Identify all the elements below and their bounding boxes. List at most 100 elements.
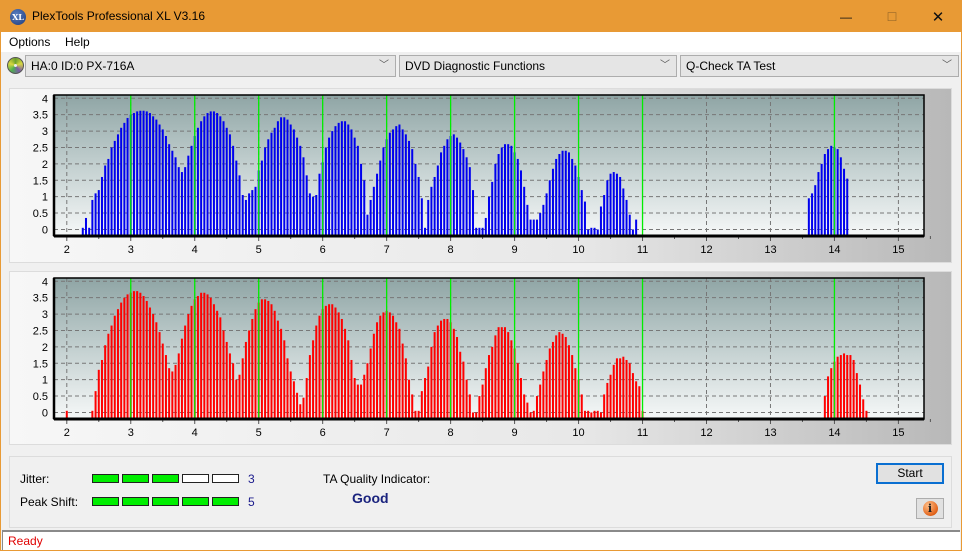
close-button[interactable]: ✕ bbox=[915, 1, 961, 32]
histogram-bar bbox=[356, 384, 359, 419]
histogram-bar bbox=[401, 129, 404, 236]
histogram-bar bbox=[152, 116, 155, 236]
histogram-bar bbox=[216, 310, 219, 419]
chevron-down-icon: ﹀ bbox=[379, 60, 389, 71]
start-button[interactable]: Start bbox=[876, 463, 944, 484]
menu-bar: Options Help bbox=[1, 32, 961, 52]
histogram-bar bbox=[404, 134, 407, 236]
histogram-bar bbox=[503, 144, 506, 236]
histogram-bar bbox=[312, 196, 315, 236]
histogram-bar bbox=[446, 318, 449, 419]
histogram-bar bbox=[145, 300, 148, 419]
histogram-bar bbox=[254, 186, 257, 236]
histogram-bar bbox=[308, 355, 311, 419]
minimize-button[interactable]: — bbox=[823, 1, 869, 32]
histogram-bar bbox=[526, 402, 529, 419]
histogram-bar bbox=[395, 322, 398, 419]
x-tick-label: 14 bbox=[828, 427, 840, 439]
histogram-bar bbox=[468, 167, 471, 236]
histogram-bar bbox=[155, 322, 158, 419]
histogram-bar bbox=[305, 378, 308, 419]
histogram-bar bbox=[507, 332, 510, 419]
histogram-bar bbox=[148, 113, 151, 236]
function-select[interactable]: DVD Diagnostic Functions ﹀ bbox=[399, 55, 677, 77]
histogram-bar bbox=[564, 150, 567, 236]
histogram-bar bbox=[392, 315, 395, 419]
histogram-bar bbox=[120, 127, 123, 236]
histogram-bar bbox=[123, 122, 126, 236]
histogram-bar bbox=[200, 121, 203, 236]
function-select-value: DVD Diagnostic Functions bbox=[405, 59, 546, 73]
histogram-bar bbox=[347, 340, 350, 419]
menu-options[interactable]: Options bbox=[9, 35, 50, 49]
histogram-bar bbox=[91, 199, 94, 236]
histogram-bar bbox=[516, 363, 519, 419]
histogram-bar bbox=[244, 341, 247, 419]
status-bar: Ready bbox=[2, 530, 960, 550]
histogram-bar bbox=[276, 320, 279, 419]
histogram-bar bbox=[366, 214, 369, 236]
histogram-bar bbox=[174, 157, 177, 236]
histogram-bar bbox=[807, 198, 810, 236]
histogram-bar bbox=[292, 381, 295, 419]
jitter-segment bbox=[182, 474, 209, 483]
peak-shift-meter bbox=[92, 497, 239, 506]
jitter-segment bbox=[212, 474, 239, 483]
menu-help[interactable]: Help bbox=[65, 35, 90, 49]
y-tick-label: 1 bbox=[42, 192, 48, 204]
histogram-bar bbox=[228, 353, 231, 419]
histogram-bar bbox=[488, 355, 490, 419]
y-tick-label: 3.5 bbox=[33, 110, 48, 122]
y-tick-label: 1.5 bbox=[33, 358, 48, 370]
histogram-bar bbox=[507, 144, 510, 236]
histogram-bar bbox=[203, 116, 206, 236]
x-tick-label: 3 bbox=[128, 244, 134, 256]
drive-select[interactable]: HA:0 ID:0 PX-716A ﹀ bbox=[25, 55, 396, 77]
histogram-bar bbox=[430, 186, 433, 236]
histogram-bar bbox=[516, 158, 519, 236]
info-button[interactable]: i bbox=[916, 498, 944, 519]
histogram-bar bbox=[369, 199, 372, 236]
histogram-bar bbox=[244, 199, 247, 236]
maximize-icon: ☐ bbox=[886, 9, 898, 24]
test-select[interactable]: Q-Check TA Test ﹀ bbox=[680, 55, 959, 77]
histogram-bar bbox=[398, 124, 401, 236]
histogram-bar bbox=[635, 381, 638, 419]
histogram-bar bbox=[532, 219, 535, 236]
histogram-bar bbox=[353, 137, 356, 236]
histogram-bar bbox=[443, 145, 446, 236]
histogram-bar bbox=[465, 157, 468, 236]
peak-shift-segment bbox=[152, 497, 179, 506]
histogram-bar bbox=[241, 195, 244, 236]
histogram-bar bbox=[535, 219, 538, 236]
histogram-bar bbox=[414, 163, 417, 236]
histogram-bar bbox=[558, 154, 561, 236]
maximize-button[interactable]: ☐ bbox=[869, 1, 915, 32]
histogram-bar bbox=[376, 173, 379, 236]
histogram-bar bbox=[164, 135, 167, 236]
histogram-bar bbox=[519, 170, 522, 236]
histogram-bar bbox=[510, 145, 513, 236]
histogram-bar bbox=[360, 384, 363, 419]
histogram-bar bbox=[609, 374, 612, 419]
histogram-bar bbox=[132, 113, 135, 236]
histogram-bar bbox=[369, 348, 372, 419]
histogram-bar bbox=[260, 160, 263, 236]
histogram-bar bbox=[382, 312, 385, 419]
histogram-bar bbox=[171, 371, 174, 419]
y-tick-label: 0.5 bbox=[33, 391, 48, 403]
histogram-bar bbox=[254, 309, 257, 419]
histogram-bar bbox=[526, 204, 529, 236]
histogram-bar bbox=[862, 399, 865, 419]
histogram-bar bbox=[212, 111, 215, 236]
histogram-bar bbox=[232, 363, 235, 419]
histogram-bar bbox=[619, 176, 622, 236]
histogram-bar bbox=[139, 110, 142, 236]
x-tick-label: 3 bbox=[128, 427, 134, 439]
histogram-bar bbox=[161, 343, 164, 419]
histogram-bar bbox=[542, 371, 545, 419]
histogram-bar bbox=[420, 198, 423, 236]
histogram-bar bbox=[478, 396, 481, 419]
histogram-bar bbox=[142, 296, 145, 419]
histogram-bar bbox=[456, 137, 459, 236]
